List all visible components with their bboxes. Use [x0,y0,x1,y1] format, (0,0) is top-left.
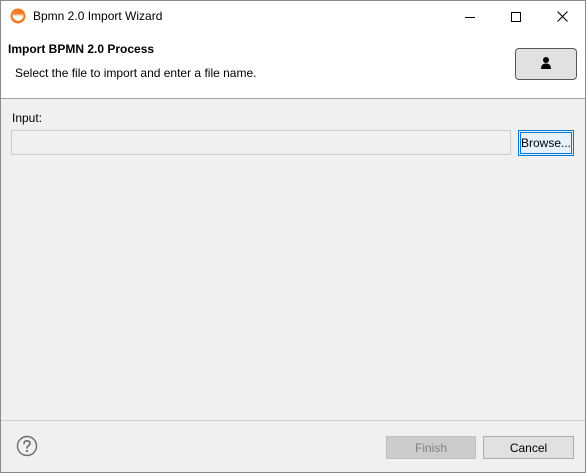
input-label: Input: [12,111,43,125]
wizard-banner-image [515,48,577,80]
window-title: Bpmn 2.0 Import Wizard [33,9,163,23]
user-icon [540,56,552,73]
close-button[interactable] [539,1,585,32]
maximize-button[interactable] [493,1,539,32]
minimize-icon [465,12,475,22]
title-bar[interactable]: Bpmn 2.0 Import Wizard [1,1,585,32]
close-icon [556,11,568,22]
browse-button-label: Browse... [520,132,572,154]
page-description: Select the file to import and enter a fi… [15,66,257,80]
page-title: Import BPMN 2.0 Process [8,42,155,56]
help-icon[interactable] [16,435,38,457]
wizard-header: Import BPMN 2.0 Process Select the file … [1,32,585,98]
cancel-button[interactable]: Cancel [483,436,574,459]
input-field[interactable] [11,130,511,155]
browse-button[interactable]: Browse... [518,130,574,156]
minimize-button[interactable] [447,1,493,32]
finish-button[interactable]: Finish [386,436,476,459]
footer-divider [1,420,585,421]
wizard-window: Bpmn 2.0 Import Wizard Import BPMN 2.0 P… [0,0,586,473]
eclipse-icon [10,8,26,24]
maximize-icon [511,11,521,22]
header-divider [1,98,585,99]
